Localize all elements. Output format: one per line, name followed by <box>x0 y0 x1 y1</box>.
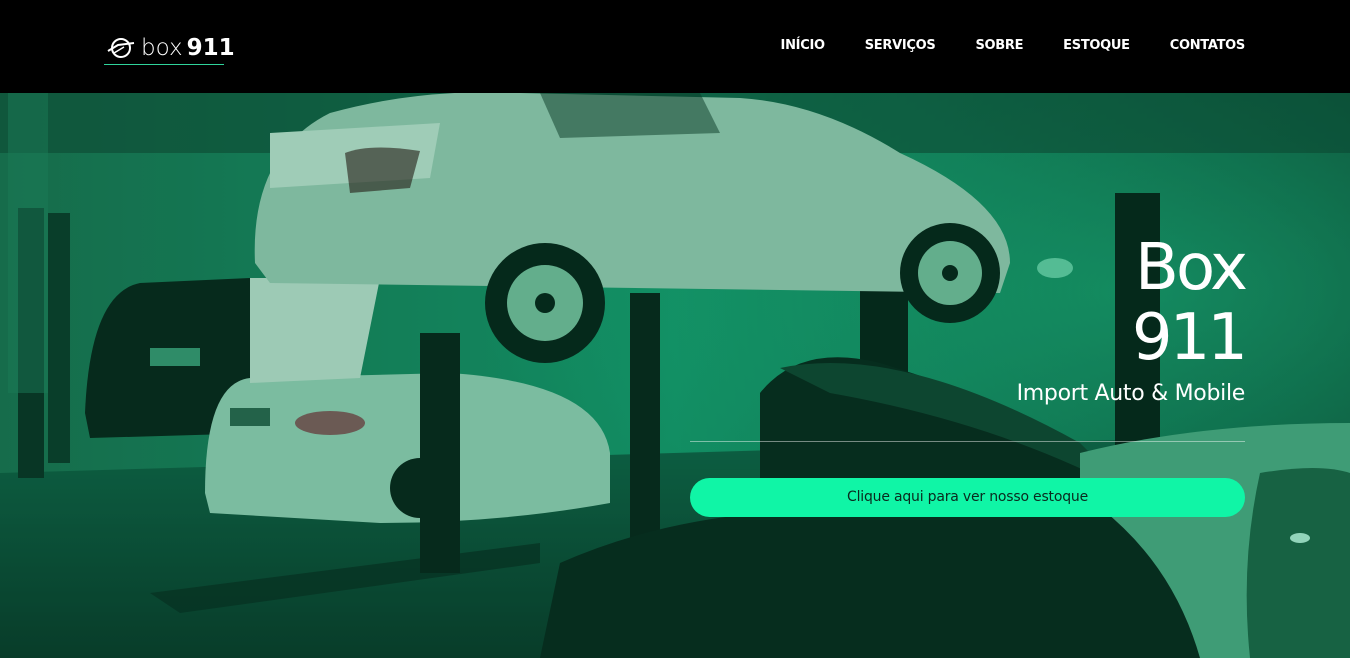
nav-servicos[interactable]: SERVIÇOS <box>865 38 936 53</box>
logo-number: 911 <box>186 34 235 61</box>
hero-divider <box>690 441 1245 442</box>
hero-title-line2: 911 <box>1131 301 1248 375</box>
logo-underline <box>104 64 224 65</box>
hero-section: Box 911 Import Auto & Mobile Clique aqui… <box>0 93 1350 658</box>
logo-prefix: box <box>141 34 183 61</box>
hero-subtitle: Import Auto & Mobile <box>1016 381 1246 406</box>
hero-heading-block: Box 911 Import Auto & Mobile <box>1016 231 1248 406</box>
hero-title-line1: Box <box>1135 231 1248 305</box>
logo[interactable]: box 911 <box>104 34 235 65</box>
car-emblem-icon <box>107 38 135 58</box>
nav-contatos[interactable]: CONTATOS <box>1170 38 1246 53</box>
site-header: box 911 INÍCIO SERVIÇOS SOBRE ESTOQUE CON… <box>0 0 1350 93</box>
nav-inicio[interactable]: INÍCIO <box>781 38 825 53</box>
view-stock-button[interactable]: Clique aqui para ver nosso estoque <box>690 478 1245 517</box>
main-nav: INÍCIO SERVIÇOS SOBRE ESTOQUE CONTATOS <box>781 38 1246 53</box>
logo-text: box 911 <box>141 34 235 61</box>
nav-sobre[interactable]: SOBRE <box>975 38 1023 53</box>
nav-estoque[interactable]: ESTOQUE <box>1063 38 1130 53</box>
